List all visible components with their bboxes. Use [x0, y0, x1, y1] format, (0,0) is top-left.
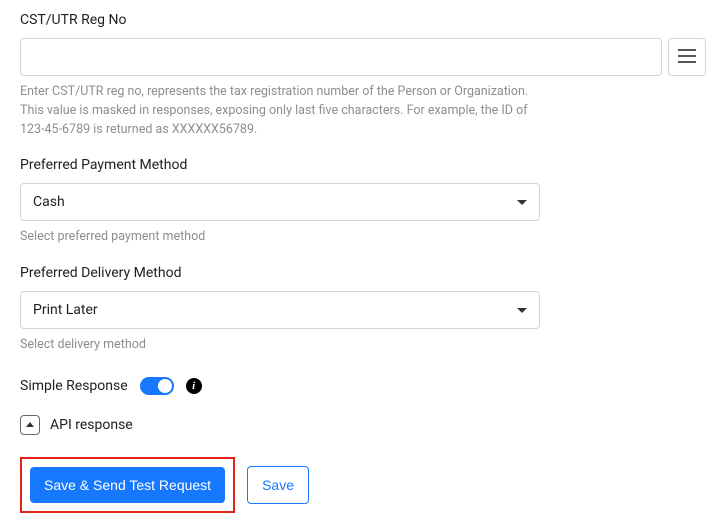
delivery-method-help: Select delivery method: [20, 336, 540, 355]
api-response-row: API response: [20, 415, 706, 435]
simple-response-row: Simple Response i: [20, 377, 706, 395]
delivery-method-select[interactable]: Print Later: [20, 291, 540, 329]
delivery-method-label: Preferred Delivery Method: [20, 265, 706, 281]
cst-utr-group: CST/UTR Reg No Enter CST/UTR reg no, rep…: [20, 12, 706, 139]
payment-method-group: Preferred Payment Method Cash Select pre…: [20, 157, 706, 247]
chevron-up-icon: [26, 422, 34, 427]
save-send-test-button[interactable]: Save & Send Test Request: [30, 467, 225, 503]
cst-utr-label: CST/UTR Reg No: [20, 12, 706, 28]
cst-utr-input-row: [20, 38, 706, 76]
payment-method-label: Preferred Payment Method: [20, 157, 706, 173]
delivery-method-group: Preferred Delivery Method Print Later Se…: [20, 265, 706, 355]
caret-down-icon: [517, 308, 527, 313]
action-buttons-row: Save & Send Test Request Save: [20, 457, 706, 513]
caret-down-icon: [517, 200, 527, 205]
toggle-knob: [158, 379, 172, 393]
delivery-method-value: Print Later: [33, 302, 98, 318]
hamburger-icon: [678, 49, 696, 66]
simple-response-label: Simple Response: [20, 378, 128, 394]
save-button[interactable]: Save: [247, 466, 309, 504]
api-response-label: API response: [50, 417, 133, 433]
payment-method-help: Select preferred payment method: [20, 228, 540, 247]
info-icon[interactable]: i: [186, 378, 202, 394]
payment-method-select[interactable]: Cash: [20, 183, 540, 221]
cst-utr-help: Enter CST/UTR reg no, represents the tax…: [20, 83, 540, 139]
api-response-collapse-button[interactable]: [20, 415, 40, 435]
payment-method-value: Cash: [33, 194, 65, 210]
cst-utr-input[interactable]: [20, 38, 662, 76]
simple-response-toggle[interactable]: [140, 377, 174, 395]
cst-utr-options-button[interactable]: [668, 38, 706, 76]
highlight-frame: Save & Send Test Request: [20, 457, 235, 513]
